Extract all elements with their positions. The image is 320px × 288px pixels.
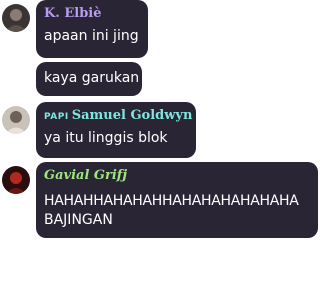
message-text: ya itu linggis blok (44, 130, 168, 146)
chat-thread: K. Elbiè apaan ini jing kaya garukan PAP… (0, 0, 320, 288)
avatar-elbie[interactable] (2, 4, 30, 32)
sender-name[interactable]: Gavial Grifj (44, 168, 310, 184)
sender-name[interactable]: K. Elbiè (44, 6, 140, 22)
avatar-samuel[interactable] (2, 106, 30, 134)
message-text: kaya garukan (44, 70, 140, 86)
message-bubble[interactable]: kaya garukan (36, 62, 142, 96)
message-bubble[interactable]: K. Elbiè apaan ini jing (36, 0, 148, 58)
message-bubble[interactable]: Gavial Grifj HAHAHHAHAHAHHAHAHAHAHAHAHA … (36, 162, 318, 238)
sender-name-text: Samuel Goldwyn (71, 108, 193, 123)
avatar-gavial[interactable] (2, 166, 30, 194)
message-bubble[interactable]: PAPI Samuel Goldwyn ya itu linggis blok (36, 102, 196, 158)
sender-name[interactable]: PAPI Samuel Goldwyn (44, 108, 192, 125)
sender-tag: PAPI (44, 112, 69, 122)
message-text-line-2: BAJINGAN (44, 212, 113, 228)
message-text-line-1: HAHAHHAHAHAHHAHAHAHAHAHAHA (44, 193, 299, 209)
message-text: apaan ini jing (44, 28, 139, 44)
